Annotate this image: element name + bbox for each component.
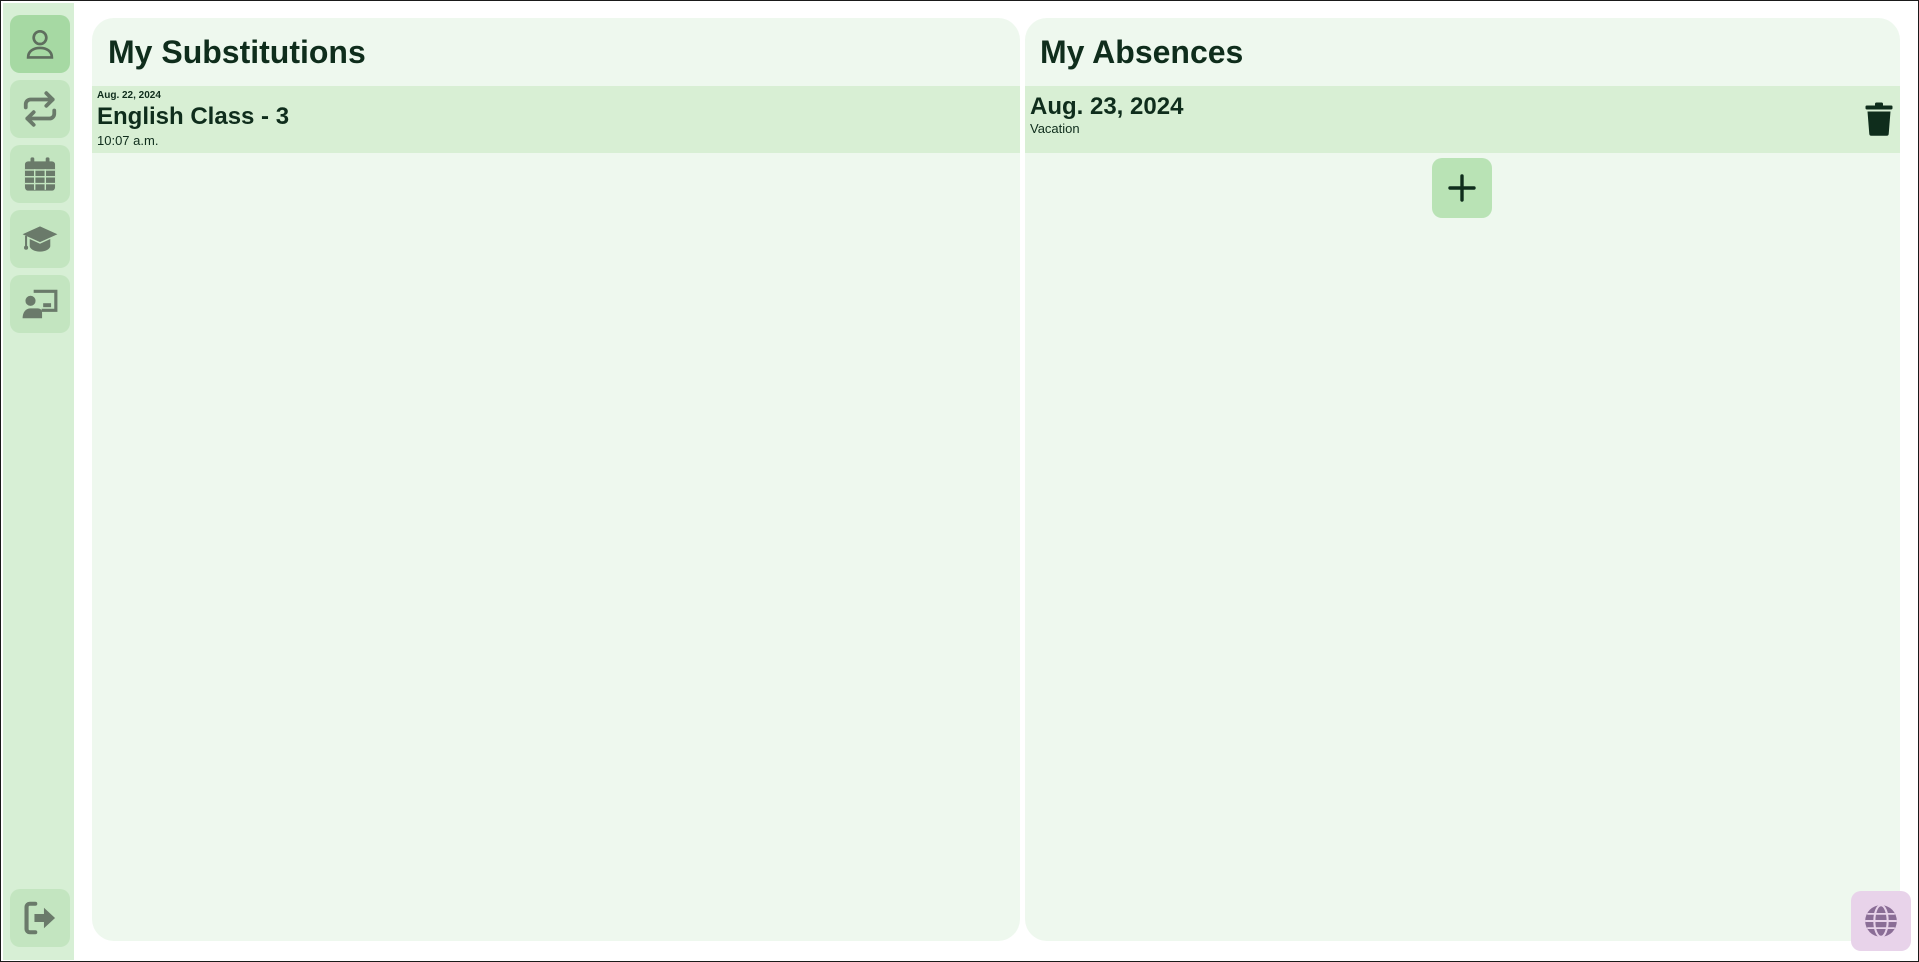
sidebar — [3, 3, 74, 960]
absences-panel: My Absences Aug. 23, 2024 Vacation — [1025, 18, 1900, 941]
graduation-cap-icon — [22, 226, 58, 252]
app-window: My Substitutions Aug. 22, 2024 English C… — [0, 0, 1919, 962]
logout-button[interactable] — [10, 889, 70, 947]
sidebar-item-teachers[interactable] — [10, 275, 70, 333]
teacher-board-icon — [22, 289, 58, 319]
absence-reason: Vacation — [1030, 121, 1080, 136]
sidebar-item-profile[interactable] — [10, 15, 70, 73]
substitutions-title: My Substitutions — [108, 34, 366, 70]
substitution-class: English Class - 3 — [97, 103, 290, 130]
user-icon — [26, 29, 54, 59]
trash-icon — [1865, 102, 1893, 136]
absence-item[interactable]: Aug. 23, 2024 Vacation — [1025, 86, 1900, 153]
substitution-item[interactable]: Aug. 22, 2024 English Class - 3 10:07 a.… — [92, 86, 1020, 153]
repeat-icon — [23, 91, 57, 127]
globe-icon — [1865, 904, 1897, 938]
substitution-date: Aug. 22, 2024 — [97, 90, 161, 101]
sidebar-item-calendar[interactable] — [10, 145, 70, 203]
absences-title: My Absences — [1040, 34, 1244, 70]
logout-icon — [24, 901, 56, 935]
sidebar-item-substitutions[interactable] — [10, 80, 70, 138]
calendar-icon — [24, 157, 56, 191]
language-button[interactable] — [1851, 891, 1911, 951]
substitution-time: 10:07 a.m. — [97, 133, 159, 148]
substitutions-panel: My Substitutions Aug. 22, 2024 English C… — [92, 18, 1020, 941]
delete-absence-button[interactable] — [1862, 100, 1896, 138]
plus-icon — [1448, 174, 1476, 202]
absence-date: Aug. 23, 2024 — [1030, 93, 1184, 120]
add-absence-button[interactable] — [1432, 158, 1492, 218]
sidebar-item-classes[interactable] — [10, 210, 70, 268]
